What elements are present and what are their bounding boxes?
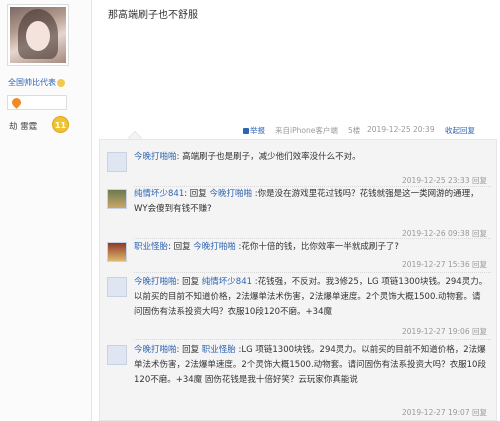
reply-body: 职业怪胎: 回复 今晚打啪啪 :花你十倍的钱，比你效率一半就成刷子了? xyxy=(134,240,489,255)
reply-target[interactable]: 纯情坏少841 xyxy=(202,277,252,287)
reply-avatar[interactable] xyxy=(107,152,127,172)
reply-user[interactable]: 职业怪胎 xyxy=(134,242,168,252)
badge-box[interactable] xyxy=(7,95,67,110)
reply-time: 2019-12-27 19:06 xyxy=(402,327,470,336)
author-name-text[interactable]: 全国帅比代表 xyxy=(8,78,56,87)
author-name[interactable]: 全国帅比代表 xyxy=(8,77,65,88)
reply-time: 2019-12-25 23:33 xyxy=(402,176,470,185)
flag-icon xyxy=(243,128,249,134)
reply-user[interactable]: 今晚打啪啪 xyxy=(134,152,177,162)
author-avatar[interactable] xyxy=(7,4,69,66)
reply-button[interactable]: 回复 xyxy=(472,327,487,336)
reply-lead: : 回复 xyxy=(168,242,194,252)
level-badge: 11 xyxy=(52,116,69,133)
reply-time: 2019-12-27 19:07 xyxy=(402,408,470,417)
reply-meta: 2019-12-25 23:33 回复 xyxy=(402,175,487,186)
reply-avatar[interactable] xyxy=(107,189,127,209)
reply-meta: 2019-12-27 19:07 回复 xyxy=(402,407,487,418)
reply-divider xyxy=(134,238,491,239)
reply-button[interactable]: 回复 xyxy=(472,176,487,185)
reply-body: 纯情坏少841: 回复 今晚打啪啪 :你是没在游戏里花过钱吗？花钱就强是这一类网… xyxy=(134,187,489,217)
reply-target[interactable]: 职业怪胎 xyxy=(202,345,236,355)
collapse-replies-button[interactable]: 收起回复 xyxy=(445,125,475,136)
reply-target[interactable]: 今晚打啪啪 xyxy=(193,242,236,252)
reply-meta: 2019-12-27 15:36 回复 xyxy=(402,259,487,270)
post-date: 2019-12-25 20:39 xyxy=(367,125,435,134)
reply-user[interactable]: 今晚打啪啪 xyxy=(134,345,177,355)
avatar-photo xyxy=(10,7,66,63)
reply-divider xyxy=(134,339,491,340)
reply-avatar[interactable] xyxy=(107,242,127,262)
reply-text: 高端刷子也是刷子，减少他们效率没什么不对。 xyxy=(179,152,361,162)
reply-text: :花你十倍的钱，比你效率一半就成刷子了? xyxy=(235,242,399,252)
report-link[interactable]: 举报 xyxy=(243,125,265,136)
smile-icon xyxy=(57,78,65,87)
flame-icon xyxy=(10,96,23,109)
post-content: 那高端刷子也不舒服 xyxy=(108,10,198,21)
reply-avatar[interactable] xyxy=(107,277,127,297)
reply-lead: : 回复 xyxy=(176,277,202,287)
reply-body: 今晚打啪啪: 回复 纯情坏少841 :花钱强，不反对。我3修25，LG 项链13… xyxy=(134,275,489,320)
reply-user[interactable]: 纯情坏少841 xyxy=(134,189,184,199)
reply-divider xyxy=(134,272,491,273)
reply-time: 2019-12-26 09:38 xyxy=(402,229,470,238)
reply-list: 今晚打啪啪: 高端刷子也是刷子，减少他们效率没什么不对。 2019-12-25 … xyxy=(99,139,497,421)
level-name: 劫 雷霆 xyxy=(9,122,38,132)
reply-meta: 2019-12-27 19:06 回复 xyxy=(402,326,487,337)
report-label[interactable]: 举报 xyxy=(250,126,265,135)
reply-avatar[interactable] xyxy=(107,345,127,365)
reply-target[interactable]: 今晚打啪啪 xyxy=(210,189,253,199)
reply-lead: : 回复 xyxy=(184,189,210,199)
reply-button[interactable]: 回复 xyxy=(472,260,487,269)
reply-lead: : 回复 xyxy=(176,345,202,355)
reply-body: 今晚打啪啪: 高端刷子也是刷子，减少他们效率没什么不对。 xyxy=(134,150,489,165)
post-source[interactable]: 来自iPhone客户端 xyxy=(275,125,338,136)
reply-button[interactable]: 回复 xyxy=(472,408,487,417)
author-panel: 全国帅比代表 劫 雷霆 11 xyxy=(0,0,92,421)
post-floor: 5楼 xyxy=(348,126,361,135)
reply-user[interactable]: 今晚打啪啪 xyxy=(134,277,177,287)
reply-button[interactable]: 回复 xyxy=(472,229,487,238)
reply-body: 今晚打啪啪: 回复 职业怪胎 :LG 项链1300块钱。294灵力。以前买的目前… xyxy=(134,343,489,388)
reply-time: 2019-12-27 15:36 xyxy=(402,260,470,269)
